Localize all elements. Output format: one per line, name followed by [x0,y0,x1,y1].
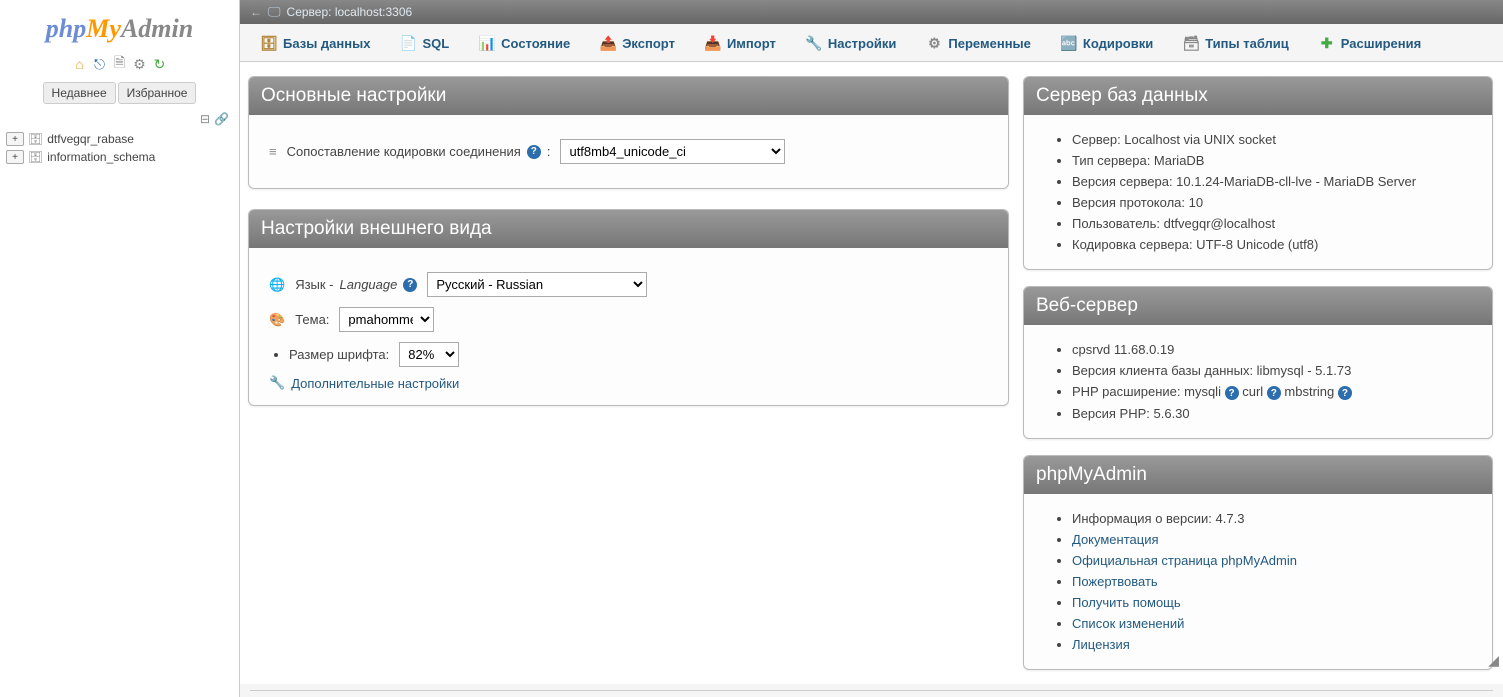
panel-title: Веб-сервер [1024,287,1492,325]
collation-label: Сопоставление кодировки соединения ?: [287,144,551,159]
reload-icon[interactable]: ↻ [152,56,168,72]
settings-icon[interactable]: ⚙ [132,56,148,72]
server-icon: 🖵 [268,4,281,20]
sidebar-toolbar: ⌂ ⎋ 🗎 ⚙ ↻ [72,56,168,72]
info-item: cpsrvd 11.68.0.19 [1072,339,1472,360]
home-icon[interactable]: ⌂ [72,56,88,72]
info-item: Версия клиента базы данных: libmysql - 5… [1072,360,1472,381]
info-item: Кодировка сервера: UTF-8 Unicode (utf8) [1072,234,1472,255]
status-icon: 📊 [479,35,495,51]
recent-favorite-tabs: Недавнее Избранное [43,82,197,104]
resize-handle-icon[interactable]: ◢ [1488,652,1499,669]
web-server-info: cpsrvd 11.68.0.19 Версия клиента базы да… [1044,339,1472,425]
collation-select[interactable]: utf8mb4_unicode_ci [560,139,785,164]
db-server-panel: Сервер баз данных Сервер: Localhost via … [1023,76,1493,270]
expand-icon[interactable]: + [6,132,24,146]
info-item: Тип сервера: MariaDB [1072,150,1472,171]
server-label[interactable]: Сервер: localhost:3306 [287,5,413,19]
help-icon[interactable]: ? [1267,386,1281,400]
theme-icon: 🎨 [269,312,285,328]
info-item: Пользователь: dtfvegqr@localhost [1072,213,1472,234]
font-size-select[interactable]: 82% [399,342,459,367]
pma-link-license[interactable]: Лицензия [1072,637,1130,652]
info-item: Сервер: Localhost via UNIX socket [1072,129,1472,150]
tab-sql[interactable]: 📄SQL [385,24,464,61]
pma-link-docs[interactable]: Документация [1072,532,1159,547]
help-icon[interactable]: ? [403,278,417,292]
variables-icon: ⚙ [926,35,942,51]
pma-link-support[interactable]: Получить помощь [1072,595,1181,610]
pma-link-changelog[interactable]: Список изменений [1072,616,1184,631]
favorite-tab[interactable]: Избранное [118,82,197,104]
language-select[interactable]: Русский - Russian [427,272,647,297]
help-icon[interactable]: ? [527,145,541,159]
panel-title: Основные настройки [249,77,1008,115]
help-icon[interactable]: ? [1338,386,1352,400]
tab-export[interactable]: 📤Экспорт [585,24,690,61]
panel-title: phpMyAdmin [1024,456,1492,494]
main: ← 🖵 Сервер: localhost:3306 🗄Базы данных … [240,0,1503,697]
panel-title: Сервер баз данных [1024,77,1492,115]
help-icon[interactable]: ? [1225,386,1239,400]
tree-item[interactable]: + 🗄 dtfvegqr_rabase [6,130,233,148]
sidebar: phpMyAdmin ⌂ ⎋ 🗎 ⚙ ↻ Недавнее Избранное … [0,0,240,697]
general-settings-panel: Основные настройки ≡ Сопоставление кодир… [248,76,1009,189]
tab-status[interactable]: 📊Состояние [464,24,585,61]
tab-settings[interactable]: 🔧Настройки [791,24,912,61]
link-icon[interactable]: 🔗 [214,112,229,126]
pma-link-donate[interactable]: Пожертвовать [1072,574,1158,589]
expand-icon[interactable]: + [6,150,24,164]
info-item: Информация о версии: 4.7.3 [1072,508,1472,529]
database-icon: 🗄 [28,132,43,146]
db-tree: + 🗄 dtfvegqr_rabase + 🗄 information_sche… [0,130,239,166]
db-server-info: Сервер: Localhost via UNIX socket Тип се… [1044,129,1472,255]
language-label: Язык - Language ? [295,277,417,292]
export-icon: 📤 [600,35,616,51]
language-icon: 🌐 [269,277,285,293]
info-item: PHP расширение: mysqli ? curl ? mbstring… [1072,381,1472,404]
tab-charsets[interactable]: 🔤Кодировки [1046,24,1168,61]
tab-engines[interactable]: 🗃Типы таблиц [1168,24,1304,61]
charset-icon: 🔤 [1061,35,1077,51]
tab-variables[interactable]: ⚙Переменные [911,24,1045,61]
font-size-label: Размер шрифта: [289,347,389,362]
docs-icon[interactable]: 🗎 [112,56,128,72]
tree-item[interactable]: + 🗄 information_schema [6,148,233,166]
collapse-sidebar-icon[interactable]: ← [250,5,262,19]
pma-info: Информация о версии: 4.7.3 Документация … [1044,508,1472,655]
db-name: information_schema [47,150,155,164]
breadcrumb: ← 🖵 Сервер: localhost:3306 [240,0,1503,24]
logo[interactable]: phpMyAdmin [46,14,193,44]
tab-databases[interactable]: 🗄Базы данных [246,24,385,61]
wrench-icon: 🔧 [806,35,822,51]
tab-bar: 🗄Базы данных 📄SQL 📊Состояние 📤Экспорт 📥И… [240,24,1503,62]
info-item: Версия PHP: 5.6.30 [1072,403,1472,424]
wrench-icon: 🔧 [269,375,285,391]
database-icon: 🗄 [28,150,43,164]
theme-select[interactable]: pmahomme [339,307,434,332]
plugins-icon: ✚ [1319,35,1335,51]
theme-label: Тема: [295,312,329,327]
appearance-settings-panel: Настройки внешнего вида 🌐 Язык - Languag… [248,209,1009,406]
tab-import[interactable]: 📥Импорт [690,24,791,61]
more-settings-link[interactable]: Дополнительные настройки [291,376,459,391]
engines-icon: 🗃 [1183,35,1199,51]
sql-icon: 📄 [400,35,416,51]
pma-panel: phpMyAdmin Информация о версии: 4.7.3 До… [1023,455,1493,670]
collation-icon: ≡ [269,144,277,159]
recent-tab[interactable]: Недавнее [43,82,116,104]
pma-link-homepage[interactable]: Официальная страница phpMyAdmin [1072,553,1297,568]
collapse-all-icon[interactable]: ⊟ [200,112,210,126]
tab-plugins[interactable]: ✚Расширения [1304,24,1436,61]
database-icon: 🗄 [261,35,277,51]
import-icon: 📥 [705,35,721,51]
web-server-panel: Веб-сервер cpsrvd 11.68.0.19 Версия клие… [1023,286,1493,439]
info-item: Версия протокола: 10 [1072,192,1472,213]
db-name: dtfvegqr_rabase [47,132,134,146]
info-item: Версия сервера: 10.1.24-MariaDB-cll-lve … [1072,171,1472,192]
logout-icon[interactable]: ⎋ [92,56,108,72]
panel-title: Настройки внешнего вида [249,210,1008,248]
